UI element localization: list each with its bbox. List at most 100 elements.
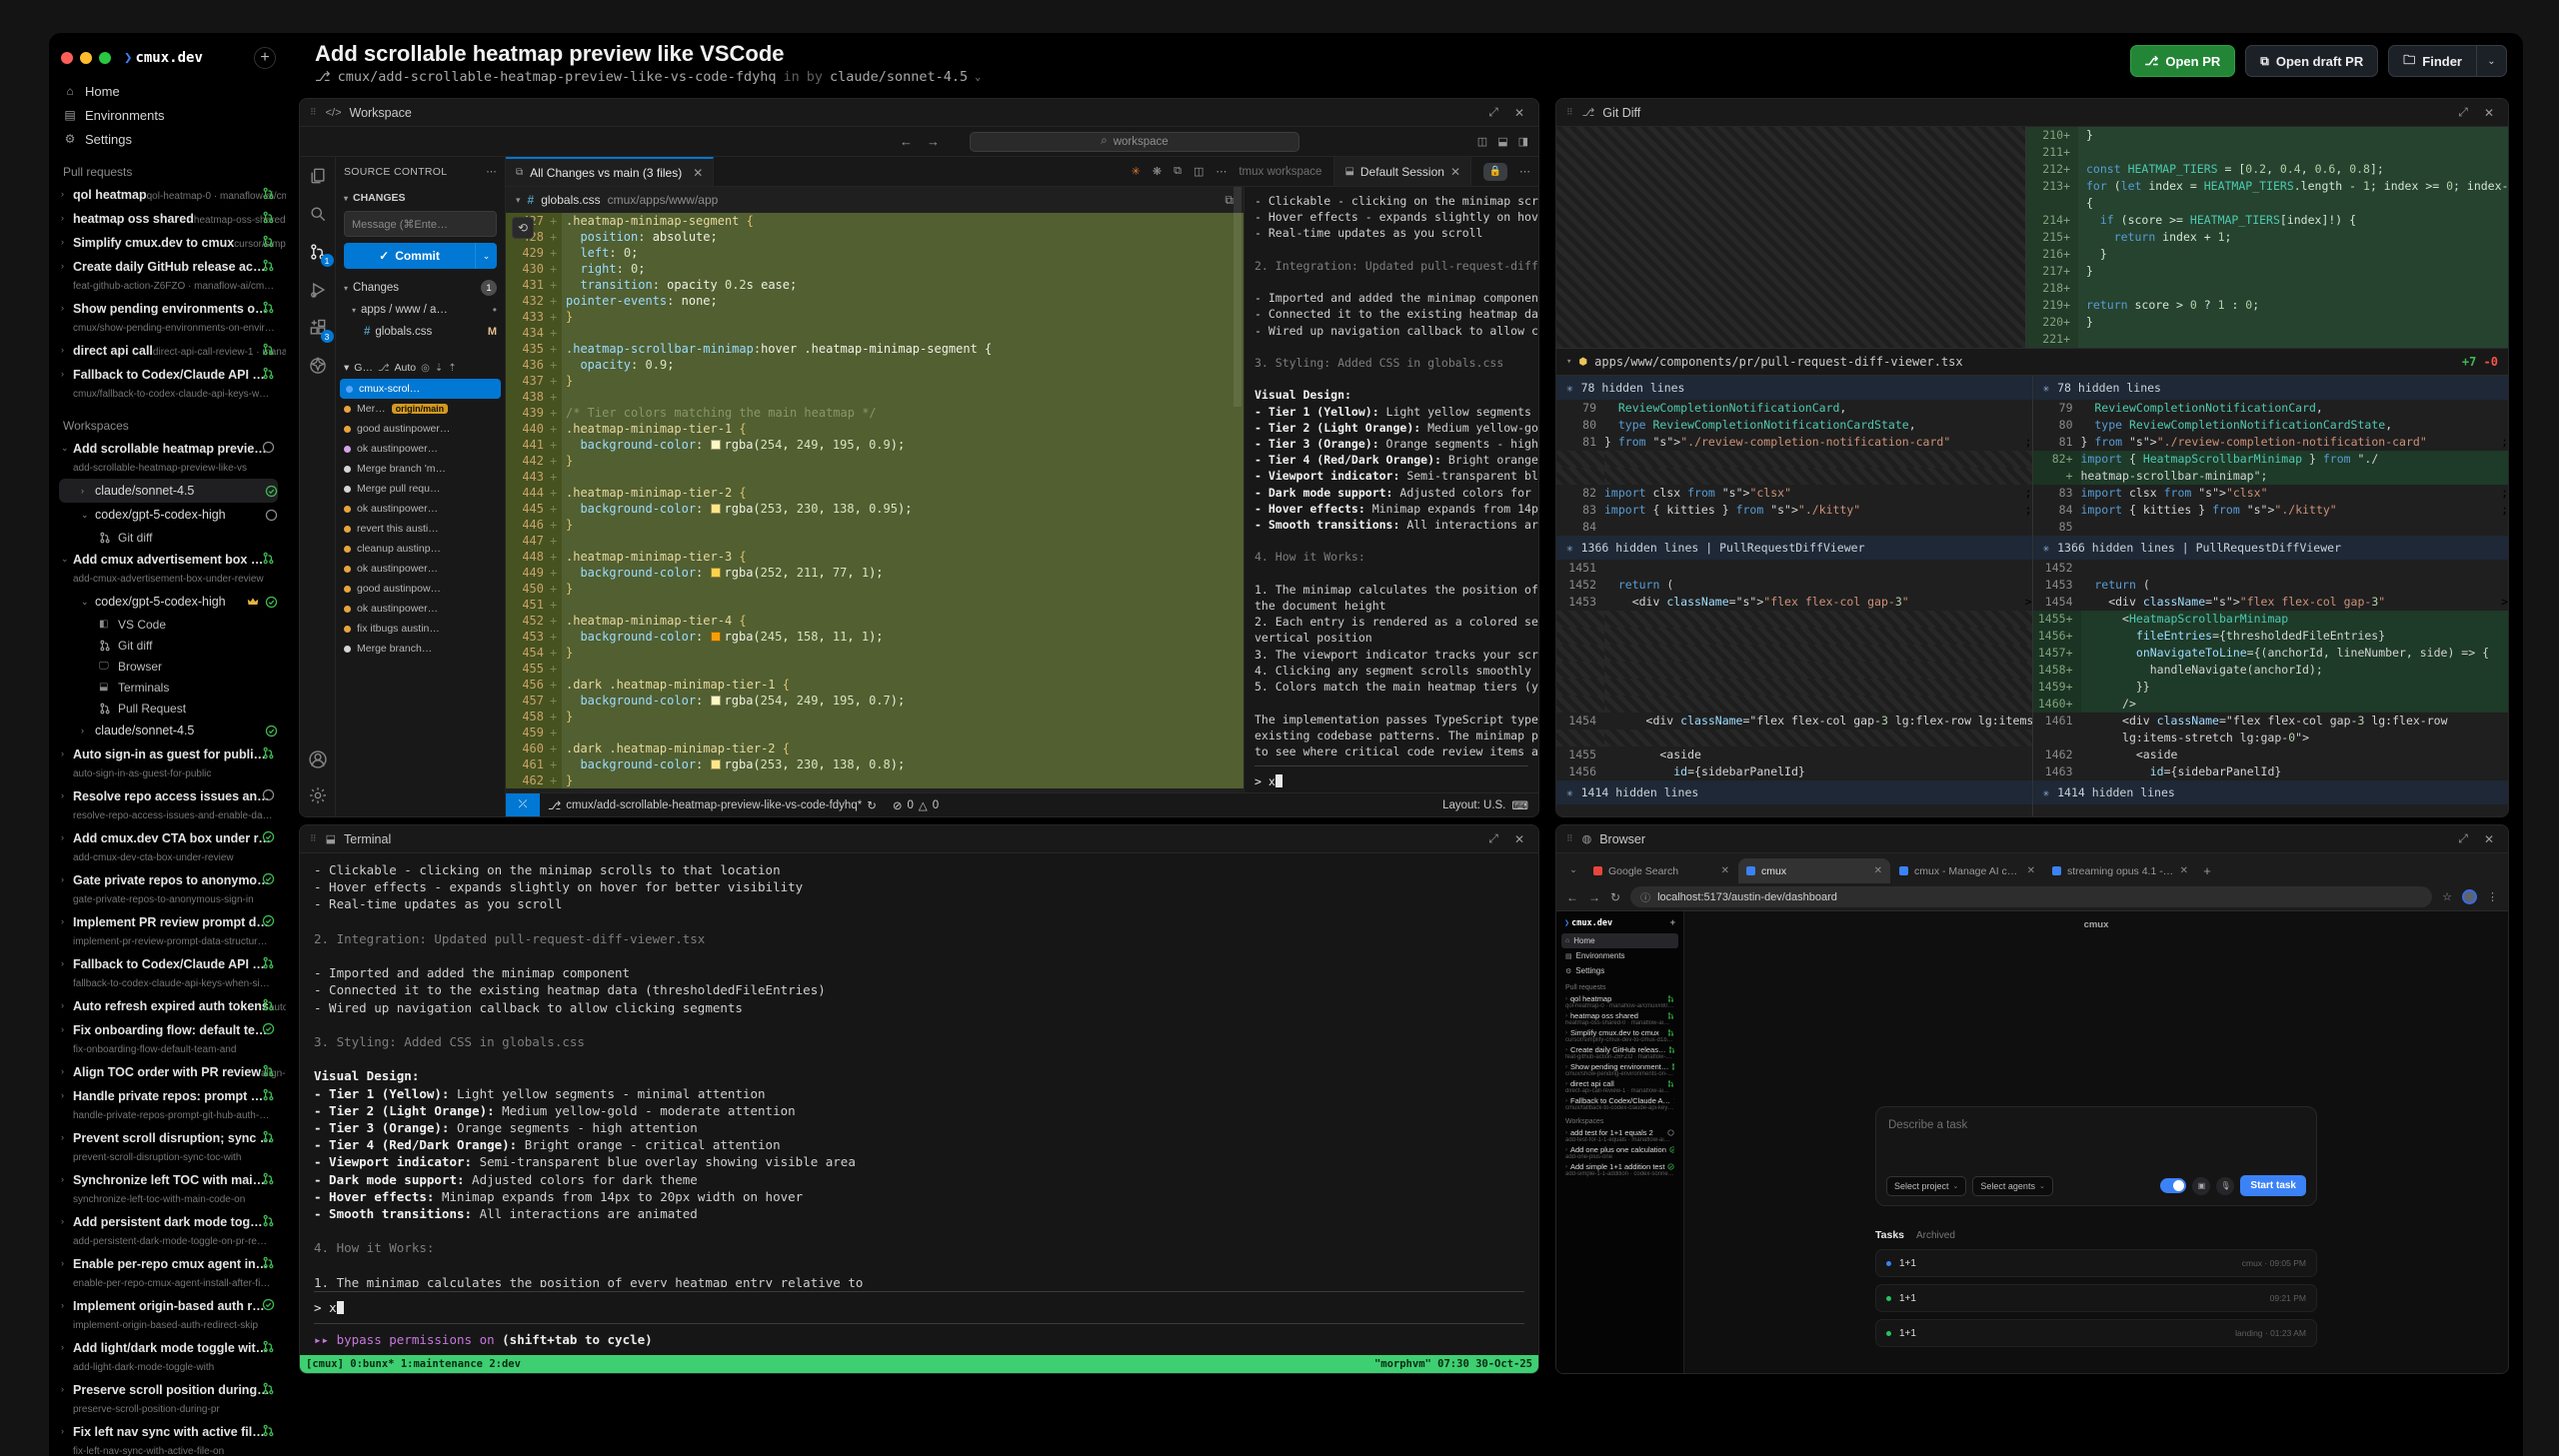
expand-icon[interactable]: ⤢ bbox=[1484, 831, 1502, 846]
run-debug-icon[interactable] bbox=[307, 279, 329, 301]
workspace-item[interactable]: ›Add cmux.dev CTA box under r…add-cmux-d… bbox=[59, 826, 278, 868]
copy-icon[interactable]: ⧉ bbox=[1174, 165, 1182, 178]
commit-item[interactable]: fix itbugs austin… bbox=[336, 619, 505, 639]
forward-icon[interactable]: → bbox=[1588, 890, 1600, 904]
settings-gear-icon[interactable] bbox=[307, 784, 329, 806]
search-icon[interactable] bbox=[307, 203, 329, 225]
select-agents-button[interactable]: Select agents⌄ bbox=[1972, 1176, 2052, 1196]
close-icon[interactable]: ✕ bbox=[1510, 832, 1528, 846]
workspace-item[interactable]: ›Fix left nav sync with active fil…fix-l… bbox=[59, 1420, 278, 1456]
close-icon[interactable]: ✕ bbox=[2480, 832, 2498, 846]
close-tab-icon[interactable]: ✕ bbox=[1874, 865, 1882, 876]
more-icon[interactable]: ⋯ bbox=[486, 166, 497, 178]
workspace-sub-item[interactable]: Git diff bbox=[59, 527, 278, 548]
workspace-item[interactable]: ›Add light/dark mode toggle wit…add-ligh… bbox=[59, 1336, 278, 1378]
layout-panel-icon[interactable]: ⬓ bbox=[1497, 135, 1507, 148]
back-icon[interactable]: ← bbox=[1566, 890, 1578, 904]
graph-header[interactable]: ▾G… ⎇Auto ◎⇣⇡ bbox=[336, 357, 505, 379]
fetch-icon[interactable]: ⇣ bbox=[435, 363, 443, 374]
workspace-sub-item[interactable]: ⬓Terminals bbox=[59, 677, 278, 698]
commit-item[interactable]: cmux-scrol… bbox=[340, 379, 501, 399]
close-tab-icon[interactable]: ✕ bbox=[2027, 865, 2035, 876]
pull-request-item[interactable]: ›Create daily GitHub release ac…feat-git… bbox=[59, 255, 278, 297]
workspace-agent-item[interactable]: ›claude/sonnet-4.5 bbox=[59, 479, 278, 503]
tasks-tab[interactable]: Tasks bbox=[1875, 1229, 1904, 1241]
openai-icon[interactable]: ❋ bbox=[1153, 165, 1162, 178]
editor-scrollbar[interactable] bbox=[1234, 187, 1242, 407]
browser-tab[interactable]: Google Search✕ bbox=[1585, 858, 1737, 883]
split-icon[interactable]: ◫ bbox=[1194, 165, 1204, 178]
browser-tab[interactable]: streaming opus 4.1 - #80…✕ bbox=[2044, 858, 2196, 883]
commit-item[interactable]: ok austinpower… bbox=[336, 439, 505, 459]
pull-request-item[interactable]: ›qol heatmapqol-heatmap-0 · manaflow-ai/… bbox=[59, 183, 278, 207]
sidebar-item-environments[interactable]: ▤Environments bbox=[59, 103, 278, 127]
close-icon[interactable]: ✕ bbox=[2480, 106, 2498, 120]
expand-icon[interactable]: ⤢ bbox=[1484, 105, 1502, 120]
traffic-light-close[interactable] bbox=[61, 52, 73, 64]
workspace-item[interactable]: ›Fix onboarding flow: default te…fix-onb… bbox=[59, 1018, 278, 1060]
remote-indicator[interactable]: ⤫ bbox=[506, 793, 540, 816]
task-row[interactable]: 1+1landing · 01:23 AM bbox=[1875, 1319, 2317, 1347]
traffic-light-minimize[interactable] bbox=[80, 52, 92, 64]
task-input-card[interactable]: Describe a task Select project⌄ Select a… bbox=[1875, 1106, 2317, 1206]
commit-item[interactable]: revert this austi… bbox=[336, 519, 505, 539]
color-swatch[interactable] bbox=[711, 696, 721, 706]
close-tab-icon[interactable]: ✕ bbox=[1450, 165, 1460, 179]
diff-right-column[interactable]: ✳78 hidden lines79 ReviewCompletionNotif… bbox=[2033, 376, 2509, 816]
revert-icon[interactable]: ⟲ bbox=[512, 217, 534, 239]
mini-workspace-item[interactable]: ›add test for 1+1 equals 2add-test-for-1… bbox=[1561, 1127, 1678, 1144]
close-tab-icon[interactable]: ✕ bbox=[693, 166, 703, 180]
terminal-prompt[interactable]: > x bbox=[300, 1296, 1538, 1319]
close-tab-icon[interactable]: ✕ bbox=[2180, 865, 2188, 876]
keyboard-layout[interactable]: Layout: U.S. bbox=[1442, 799, 1505, 811]
mic-icon[interactable]: 🎙 bbox=[2216, 1177, 2234, 1195]
push-icon[interactable]: ⇡ bbox=[448, 363, 456, 374]
commit-item[interactable]: Merge branch… bbox=[336, 639, 505, 659]
files-icon[interactable] bbox=[307, 165, 329, 187]
lock-icon[interactable]: 🔒 bbox=[1483, 163, 1507, 181]
mini-pr-item[interactable]: ›direct api calldirect-api-call-review-1… bbox=[1561, 1078, 1678, 1095]
vscode-search[interactable]: ⌕workspace bbox=[970, 132, 1299, 152]
traffic-light-zoom[interactable] bbox=[99, 52, 111, 64]
workspace-item[interactable]: ›Handle private repos: prompt …handle-pr… bbox=[59, 1084, 278, 1126]
more-icon[interactable]: ⋯ bbox=[1216, 165, 1227, 178]
copy-path-icon[interactable]: ⧉ bbox=[1225, 193, 1234, 208]
tree-folder[interactable]: ▾apps / www / a…• bbox=[336, 299, 505, 321]
claude-icon[interactable]: ✳ bbox=[1132, 165, 1141, 178]
workspace-item[interactable]: ›Prevent scroll disruption; sync …preven… bbox=[59, 1126, 278, 1168]
mini-pr-item[interactable]: ›qol heatmapqol-heatmap-0 · manaflow-ai/… bbox=[1561, 993, 1678, 1010]
hidden-lines-bar[interactable]: ✳78 hidden lines bbox=[2033, 376, 2509, 400]
workspace-item[interactable]: ›Resolve repo access issues an…resolve-r… bbox=[59, 784, 278, 826]
pull-request-item[interactable]: ›Show pending environments o…cmux/show-p… bbox=[59, 297, 278, 339]
menu-icon[interactable]: ⋮ bbox=[2487, 890, 2498, 903]
workspace-item[interactable]: ›Align TOC order with PR reviewalign-toc… bbox=[59, 1060, 278, 1084]
color-swatch[interactable] bbox=[711, 504, 721, 514]
code-area[interactable]: 427+.heatmap-minimap-segment {428+ posit… bbox=[506, 213, 1244, 792]
color-swatch[interactable] bbox=[711, 759, 721, 769]
chevron-down-icon[interactable]: ▾ bbox=[516, 195, 521, 206]
drag-handle-icon[interactable]: ⠿ bbox=[310, 107, 318, 118]
archived-tab[interactable]: Archived bbox=[1916, 1230, 1955, 1241]
mini-workspace-item[interactable]: ›Add simple 1+1 addition testadd-simple-… bbox=[1561, 1161, 1678, 1178]
pull-request-item[interactable]: ›direct api calldirect-api-call-review-1… bbox=[59, 339, 278, 363]
commit-item[interactable]: good austinpow… bbox=[336, 579, 505, 599]
expand-icon[interactable]: ⤢ bbox=[2454, 831, 2472, 846]
workspace-item[interactable]: ›Preserve scroll position during…preserv… bbox=[59, 1378, 278, 1420]
site-info-icon[interactable]: ⓘ bbox=[1640, 889, 1650, 904]
new-tab-button[interactable]: + bbox=[2197, 860, 2217, 880]
tab-all-changes[interactable]: ⧉ All Changes vs main (3 files)✕ bbox=[506, 157, 714, 186]
chatgpt-icon[interactable] bbox=[307, 355, 329, 377]
bookmark-icon[interactable]: ☆ bbox=[2442, 890, 2452, 903]
commit-item[interactable]: ok austinpower… bbox=[336, 599, 505, 619]
workspace-sub-item[interactable]: Pull Request bbox=[59, 698, 278, 719]
changes-label[interactable]: CHANGES bbox=[353, 192, 406, 204]
task-row[interactable]: 1+1cmux · 09:05 PM bbox=[1875, 1249, 2317, 1277]
hidden-lines-bar[interactable]: ✳78 hidden lines bbox=[1556, 376, 2032, 400]
workspace-agent-item[interactable]: ⌄codex/gpt-5-codex-high bbox=[59, 503, 278, 527]
hidden-lines-bar[interactable]: ✳1366 hidden lines | PullRequestDiffView… bbox=[2033, 536, 2509, 560]
reload-icon[interactable]: ↻ bbox=[1610, 890, 1620, 904]
mini-pr-item[interactable]: ›Simplify cmux.dev to cmuxcursor/simplif… bbox=[1561, 1027, 1678, 1044]
status-branch[interactable]: ⎇cmux/add-scrollable-heatmap-preview-lik… bbox=[540, 798, 885, 812]
tab-default-session[interactable]: ⬓ Default Session ✕ bbox=[1333, 157, 1471, 186]
mini-nav-home[interactable]: ⌂Home bbox=[1561, 933, 1678, 948]
